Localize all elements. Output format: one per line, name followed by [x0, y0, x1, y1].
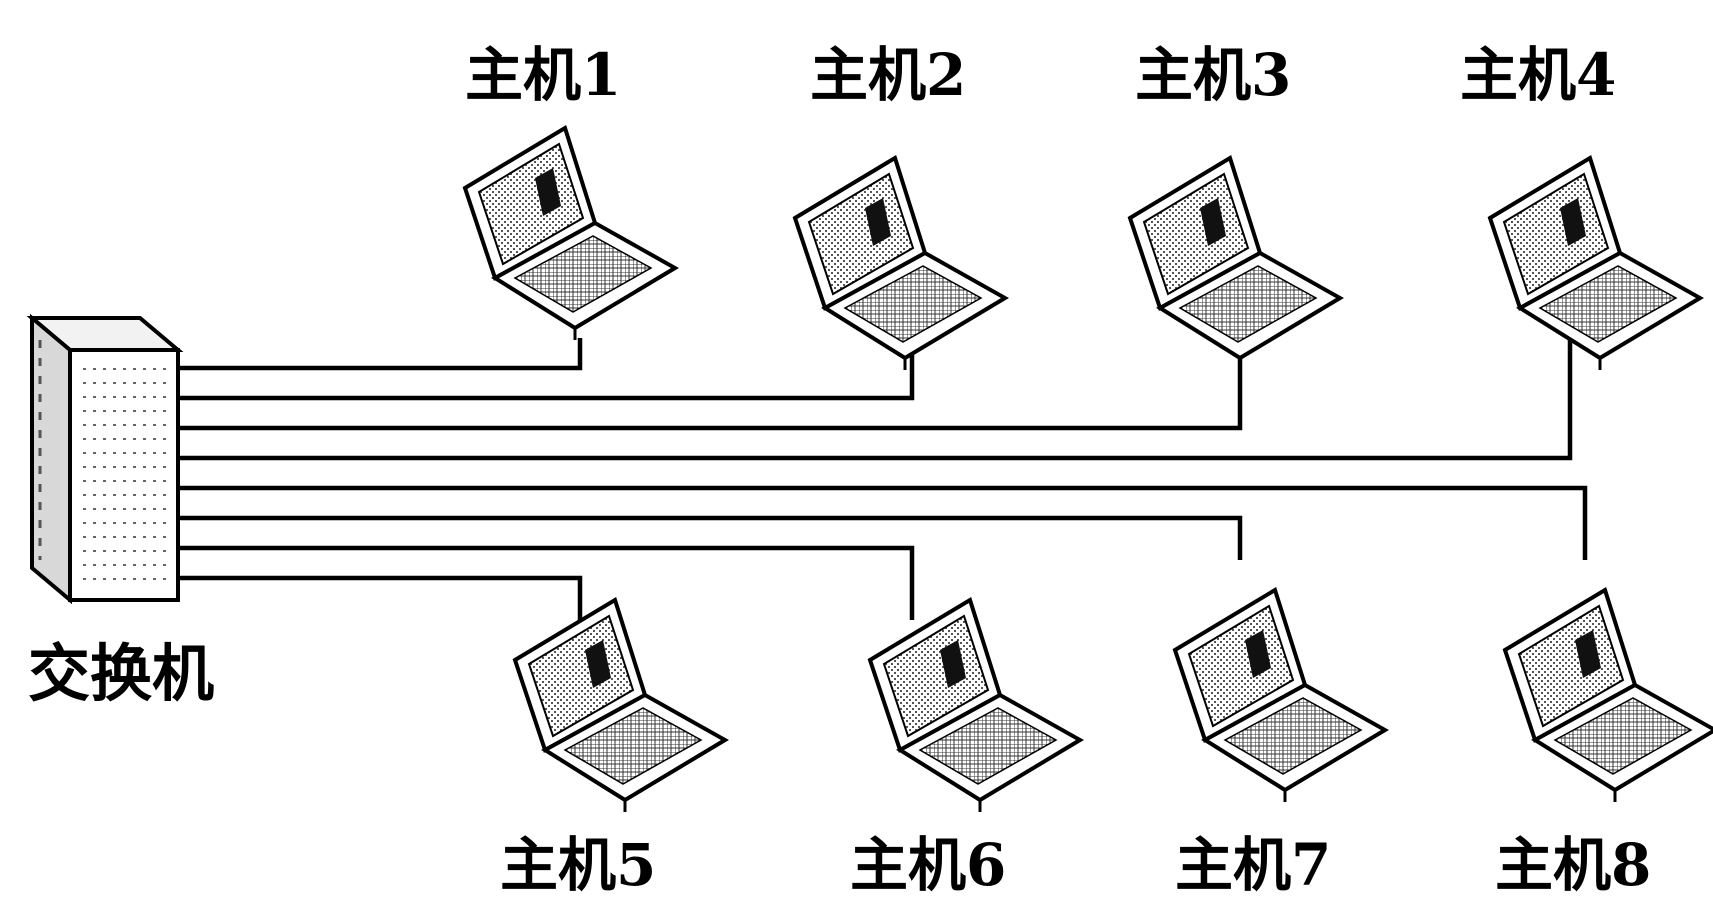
network-switch-tower-icon — [26, 313, 184, 605]
laptop-icon — [1127, 154, 1344, 370]
laptop-icon — [512, 596, 729, 812]
network-switch: 交换机 — [26, 313, 214, 710]
laptop-icon — [867, 596, 1084, 812]
cable-host-1 — [178, 338, 583, 371]
laptop-icon — [462, 124, 679, 340]
host-label-1: 主机1 — [465, 41, 621, 109]
laptop-icon — [1172, 586, 1389, 802]
host-label-4: 主机4 — [1460, 41, 1616, 109]
cable-host-3 — [178, 338, 1243, 431]
host-label-2: 主机2 — [810, 41, 966, 109]
cable-host-8 — [178, 575, 583, 620]
host-label-6: 主机6 — [850, 831, 1006, 897]
host-label-8: 主机8 — [1495, 831, 1651, 897]
host-label-3: 主机3 — [1135, 41, 1291, 109]
host-group — [462, 124, 1713, 812]
laptop-icon — [792, 154, 1009, 370]
star-topology-diagram: 交换机 主机1 主机2 主机3 主机4 主机5 主机6 主机7 主机8 — [26, 41, 1713, 897]
switch-label: 交换机 — [28, 637, 214, 710]
laptop-icon — [1487, 154, 1704, 370]
cable-host-7 — [178, 545, 915, 620]
host-label-5: 主机5 — [500, 831, 656, 897]
laptop-icon — [1502, 586, 1713, 802]
cable-host-6 — [178, 515, 1243, 560]
host-label-7: 主机7 — [1175, 831, 1331, 897]
cable-group — [178, 338, 1588, 620]
